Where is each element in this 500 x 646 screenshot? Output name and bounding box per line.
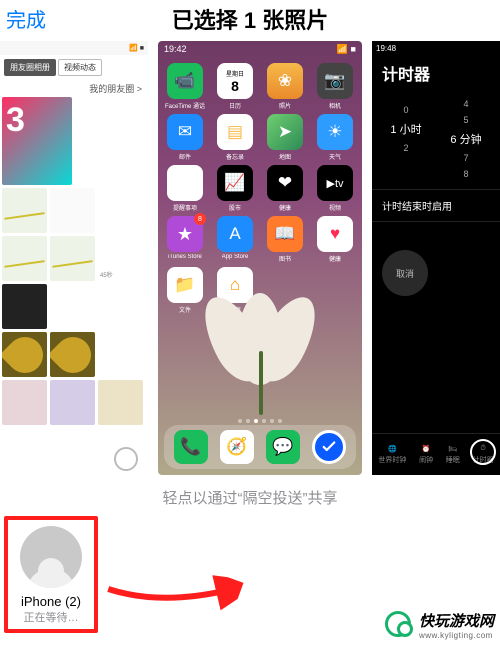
mid-statusbar: 19:42📶 ■	[158, 41, 362, 57]
thumb-promo	[2, 97, 72, 185]
mid-time: 19:42	[164, 44, 187, 54]
watermark-logo-icon	[385, 611, 413, 639]
app-健康: ❤健康	[264, 165, 306, 212]
app-地图: ➤地图	[264, 114, 306, 161]
tab-video: 视频动态	[58, 59, 102, 76]
timer-title: 计时器	[372, 55, 500, 95]
thumb-mag3	[98, 380, 143, 425]
dock-phone-icon: 📞	[174, 430, 208, 464]
left-statusbar: 📶 ■	[0, 41, 148, 55]
thumb-map1	[2, 188, 47, 233]
app-FaceTime 通话: 📹FaceTime 通话	[164, 63, 206, 110]
clock-tab-0: 🌐世界时钟	[378, 445, 406, 465]
dock-safari-icon: 🧭	[220, 430, 254, 464]
app-健康: ♥健康	[314, 216, 356, 263]
dock: 📞 🧭 💬	[164, 425, 356, 469]
app-相机: 📷相机	[314, 63, 356, 110]
app-日历: 星期日8日历	[214, 63, 256, 110]
app-备忘录: ▤备忘录	[214, 114, 256, 161]
right-time: 19:48	[372, 41, 500, 55]
right-select-circle	[470, 439, 496, 465]
selected-check-icon	[312, 430, 346, 464]
timer-cancel-button: 取消	[382, 250, 428, 296]
app-iTunes Store: ★8iTunes Store	[164, 216, 206, 263]
screenshot-left[interactable]: 📶 ■ 朋友圈相册 视频动态 我的朋友圈 > 45秒	[0, 41, 148, 475]
screenshot-home-selected[interactable]: 19:42📶 ■ 📹FaceTime 通话星期日8日历❀照片📷相机 ✉邮件▤备忘录…	[158, 41, 362, 475]
thumb-leaf1	[2, 332, 47, 377]
avatar-icon	[20, 526, 82, 588]
page-dots	[238, 419, 282, 423]
app-照片: ❀照片	[264, 63, 306, 110]
selection-strip: 📶 ■ 朋友圈相册 视频动态 我的朋友圈 > 45秒	[0, 41, 500, 481]
watermark-brand: 快玩游戏网	[419, 610, 494, 631]
thumb-leaf2	[50, 332, 95, 377]
left-select-circle	[114, 447, 138, 471]
airdrop-target-name: iPhone (2)	[21, 594, 81, 609]
app-文件: 📁文件	[164, 267, 206, 314]
thumb-map3	[50, 236, 95, 281]
app-股市: 📈股市	[214, 165, 256, 212]
airdrop-target-status: 正在等待…	[24, 609, 79, 625]
wallpaper-flower	[205, 255, 315, 415]
thumb-mag1	[2, 380, 47, 425]
app-视频: ▶tv视频	[314, 165, 356, 212]
airdrop-target-iphone2[interactable]: iPhone (2) 正在等待…	[4, 516, 98, 633]
watermark: 快玩游戏网 www.kyligting.com	[385, 610, 494, 640]
tab-moments: 朋友圈相册	[4, 59, 56, 76]
dock-messages-icon: 💬	[266, 430, 300, 464]
watermark-url: www.kyligting.com	[419, 631, 494, 640]
thumb-mag2	[50, 380, 95, 425]
thumb-dark	[2, 284, 47, 329]
thumb-blank	[50, 188, 95, 233]
clock-tab-2: 🛏睡眠	[446, 445, 460, 465]
thumb-duration: 45秒	[98, 236, 143, 281]
timer-end-row: 计时结束时启用	[372, 189, 500, 222]
screenshot-timer[interactable]: 19:48 计时器 01 小时2 456 分钟78 计时结束时启用 取消 🌐世界…	[372, 41, 500, 475]
page-title: 已选择 1 张照片	[172, 3, 328, 35]
app-提醒事项: 提醒事项	[164, 165, 206, 212]
my-moments-link: 我的朋友圈 >	[0, 78, 148, 97]
clock-tab-1: ⏰闹钟	[419, 445, 433, 465]
airdrop-hint: 轻点以通过“隔空投送”共享	[0, 487, 500, 508]
app-邮件: ✉邮件	[164, 114, 206, 161]
thumb-doc1	[2, 428, 47, 458]
app-天气: ☀天气	[314, 114, 356, 161]
timer-picker: 01 小时2 456 分钟78	[372, 95, 500, 189]
thumb-map2	[2, 236, 47, 281]
thumb-doc2	[50, 428, 95, 458]
done-button[interactable]: 完成	[6, 4, 46, 33]
